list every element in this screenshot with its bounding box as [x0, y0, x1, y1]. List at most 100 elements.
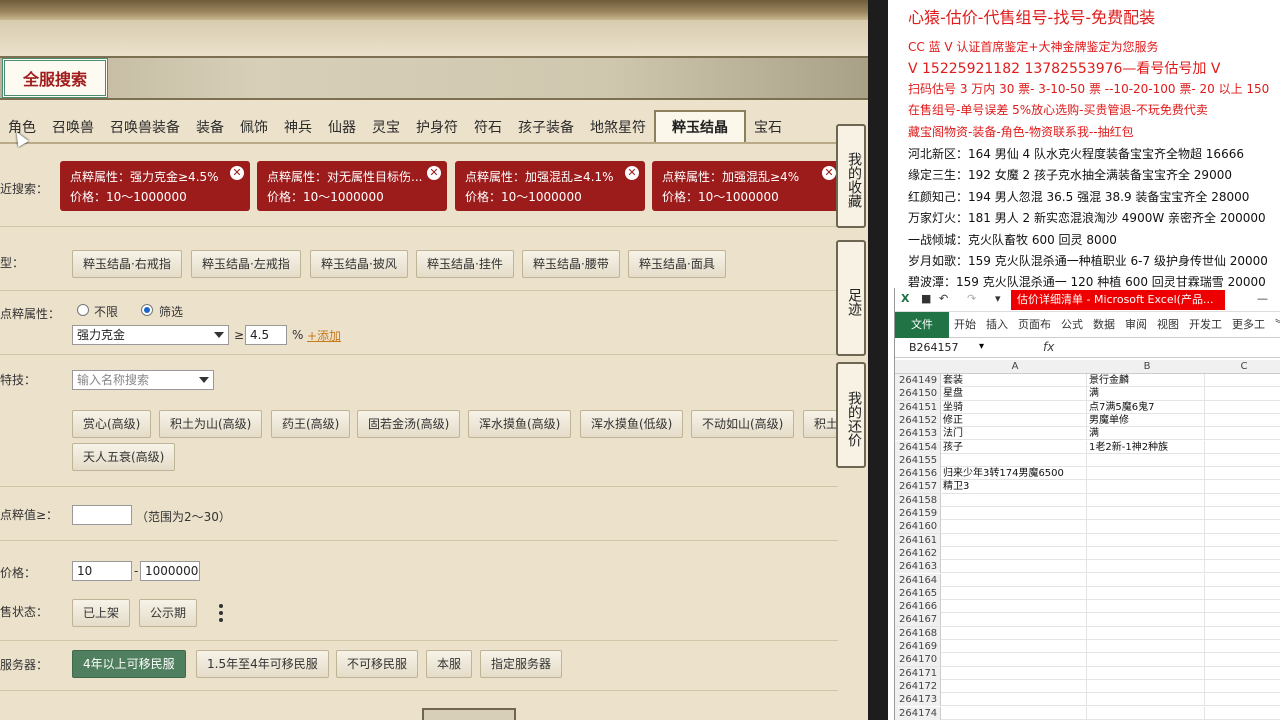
- cell-b[interactable]: 满: [1089, 427, 1205, 441]
- close-icon[interactable]: ✕: [427, 166, 441, 180]
- cell-a[interactable]: [943, 533, 1087, 547]
- tab-child-equip[interactable]: 孩子装备: [510, 112, 582, 142]
- price-max-input[interactable]: 1000000: [140, 561, 200, 581]
- cell-a[interactable]: [943, 666, 1087, 680]
- row-number[interactable]: 264156: [895, 467, 941, 481]
- cell-c[interactable]: [1207, 401, 1280, 414]
- sale-button-public[interactable]: 公示期: [139, 599, 198, 627]
- ribbon-tab-insert[interactable]: 插入: [981, 312, 1013, 338]
- ribbon-tab-file[interactable]: 文件: [895, 312, 949, 338]
- cell-a[interactable]: [943, 560, 1087, 574]
- cell-c[interactable]: [1207, 627, 1280, 640]
- column-header-a[interactable]: A: [943, 360, 1087, 374]
- ribbon-tab-formulas[interactable]: 公式: [1056, 312, 1088, 338]
- cell-c[interactable]: [1207, 507, 1280, 520]
- side-tab-footprint[interactable]: 足迹: [836, 240, 866, 356]
- tab-summon[interactable]: 召唤兽: [44, 112, 102, 142]
- row-number[interactable]: 264150: [895, 387, 941, 401]
- skill-button[interactable]: 天人五衰(高级): [72, 443, 176, 471]
- cell-a[interactable]: 坐骑: [943, 400, 1087, 414]
- cell-c[interactable]: [1207, 587, 1280, 600]
- cell-a[interactable]: 孩子: [943, 440, 1087, 454]
- row-number[interactable]: 264162: [895, 546, 941, 560]
- cell-b[interactable]: [1089, 453, 1205, 467]
- cell-c[interactable]: [1207, 613, 1280, 626]
- save-icon[interactable]: ■: [921, 292, 931, 305]
- row-number[interactable]: 264151: [895, 400, 941, 414]
- tab-equip[interactable]: 装备: [188, 112, 232, 142]
- cell-b[interactable]: [1089, 626, 1205, 640]
- row-number[interactable]: 264170: [895, 653, 941, 667]
- cell-a[interactable]: [943, 626, 1087, 640]
- tab-summon-equip[interactable]: 召唤兽装备: [102, 112, 188, 142]
- tab-immortal-item[interactable]: 仙器: [320, 112, 364, 142]
- cell-b[interactable]: [1089, 666, 1205, 680]
- row-number[interactable]: 264163: [895, 560, 941, 574]
- recent-search-chip[interactable]: 点粹属性：强力克金≥4.5% 价格：10～1000000 ✕: [60, 161, 250, 211]
- cell-c[interactable]: [1207, 387, 1280, 400]
- skill-button[interactable]: 积土: [803, 410, 837, 438]
- row-number[interactable]: 264172: [895, 679, 941, 693]
- cell-a[interactable]: [943, 679, 1087, 693]
- cell-b[interactable]: [1089, 560, 1205, 574]
- cell-c[interactable]: [1207, 560, 1280, 573]
- row-number[interactable]: 264161: [895, 533, 941, 547]
- row-number[interactable]: 264166: [895, 600, 941, 614]
- tab-gem[interactable]: 宝石: [746, 112, 790, 142]
- row-number[interactable]: 264154: [895, 440, 941, 454]
- cell-c[interactable]: [1207, 547, 1280, 560]
- skill-button[interactable]: 积土为山(高级): [159, 410, 263, 438]
- server-button-4y[interactable]: 4年以上可移民服: [72, 650, 186, 678]
- cell-b[interactable]: [1089, 546, 1205, 560]
- tab-jade-crystal[interactable]: 粹玉结晶: [654, 110, 746, 142]
- cell-c[interactable]: [1207, 574, 1280, 587]
- ribbon-collapse-icon[interactable]: ︾: [1270, 312, 1280, 338]
- total-value-input[interactable]: [72, 505, 132, 525]
- type-button-pendant[interactable]: 粹玉结晶·挂件: [416, 250, 514, 278]
- type-button-right-ring[interactable]: 粹玉结晶·右戒指: [72, 250, 182, 278]
- ribbon-tab-page-layout[interactable]: 页面布: [1013, 312, 1056, 338]
- quick-access-dropdown-icon[interactable]: ▾: [995, 292, 1001, 305]
- cell-b[interactable]: [1089, 640, 1205, 653]
- cell-a[interactable]: [943, 507, 1087, 520]
- cell-b[interactable]: [1089, 520, 1205, 534]
- sale-button-listed[interactable]: 已上架: [72, 599, 131, 627]
- server-button-no-migrate[interactable]: 不可移民服: [336, 650, 419, 678]
- cell-c[interactable]: [1207, 640, 1280, 653]
- cell-b[interactable]: 景行金麟: [1089, 374, 1205, 387]
- skill-button[interactable]: 浑水摸鱼(高级): [468, 410, 572, 438]
- tab-divine-weapon[interactable]: 神兵: [276, 112, 320, 142]
- tab-amulet[interactable]: 护身符: [408, 112, 466, 142]
- close-icon[interactable]: ✕: [822, 166, 836, 180]
- cell-a[interactable]: [943, 546, 1087, 560]
- recent-search-chip[interactable]: 点粹属性：对无属性目标伤... 价格：10～1000000 ✕: [257, 161, 447, 211]
- cell-a[interactable]: 修正: [943, 413, 1087, 427]
- undo-icon[interactable]: ↶: [939, 292, 948, 305]
- skill-button[interactable]: 不动如山(高级): [691, 410, 795, 438]
- row-number[interactable]: 264158: [895, 493, 941, 507]
- ribbon-tab-developer[interactable]: 开发工: [1184, 312, 1227, 338]
- radio-unlimited[interactable]: [77, 304, 89, 316]
- cell-c[interactable]: [1207, 414, 1280, 427]
- row-number[interactable]: 264169: [895, 640, 941, 653]
- ribbon-tab-view[interactable]: 视图: [1152, 312, 1184, 338]
- cell-b[interactable]: [1089, 493, 1205, 507]
- row-number[interactable]: 264168: [895, 626, 941, 640]
- cell-a[interactable]: [943, 693, 1087, 707]
- cell-a[interactable]: 归来少年3转174男魔6500: [943, 467, 1087, 481]
- cell-b[interactable]: 点7满5魔6鬼7: [1089, 400, 1205, 414]
- cell-a[interactable]: [943, 573, 1087, 587]
- skill-button[interactable]: 固若金汤(高级): [357, 410, 461, 438]
- cell-b[interactable]: 1老2新-1神2种族: [1089, 440, 1205, 454]
- row-number[interactable]: 264159: [895, 507, 941, 520]
- cell-a[interactable]: [943, 653, 1087, 667]
- cell-c[interactable]: [1207, 374, 1280, 387]
- cell-b[interactable]: [1089, 693, 1205, 707]
- row-number[interactable]: 264149: [895, 374, 941, 387]
- cell-c[interactable]: [1207, 520, 1280, 533]
- skill-button[interactable]: 赏心(高级): [72, 410, 152, 438]
- cell-c[interactable]: [1207, 467, 1280, 480]
- cell-c[interactable]: [1207, 427, 1280, 440]
- cell-b[interactable]: [1089, 533, 1205, 547]
- cell-b[interactable]: 满: [1089, 387, 1205, 401]
